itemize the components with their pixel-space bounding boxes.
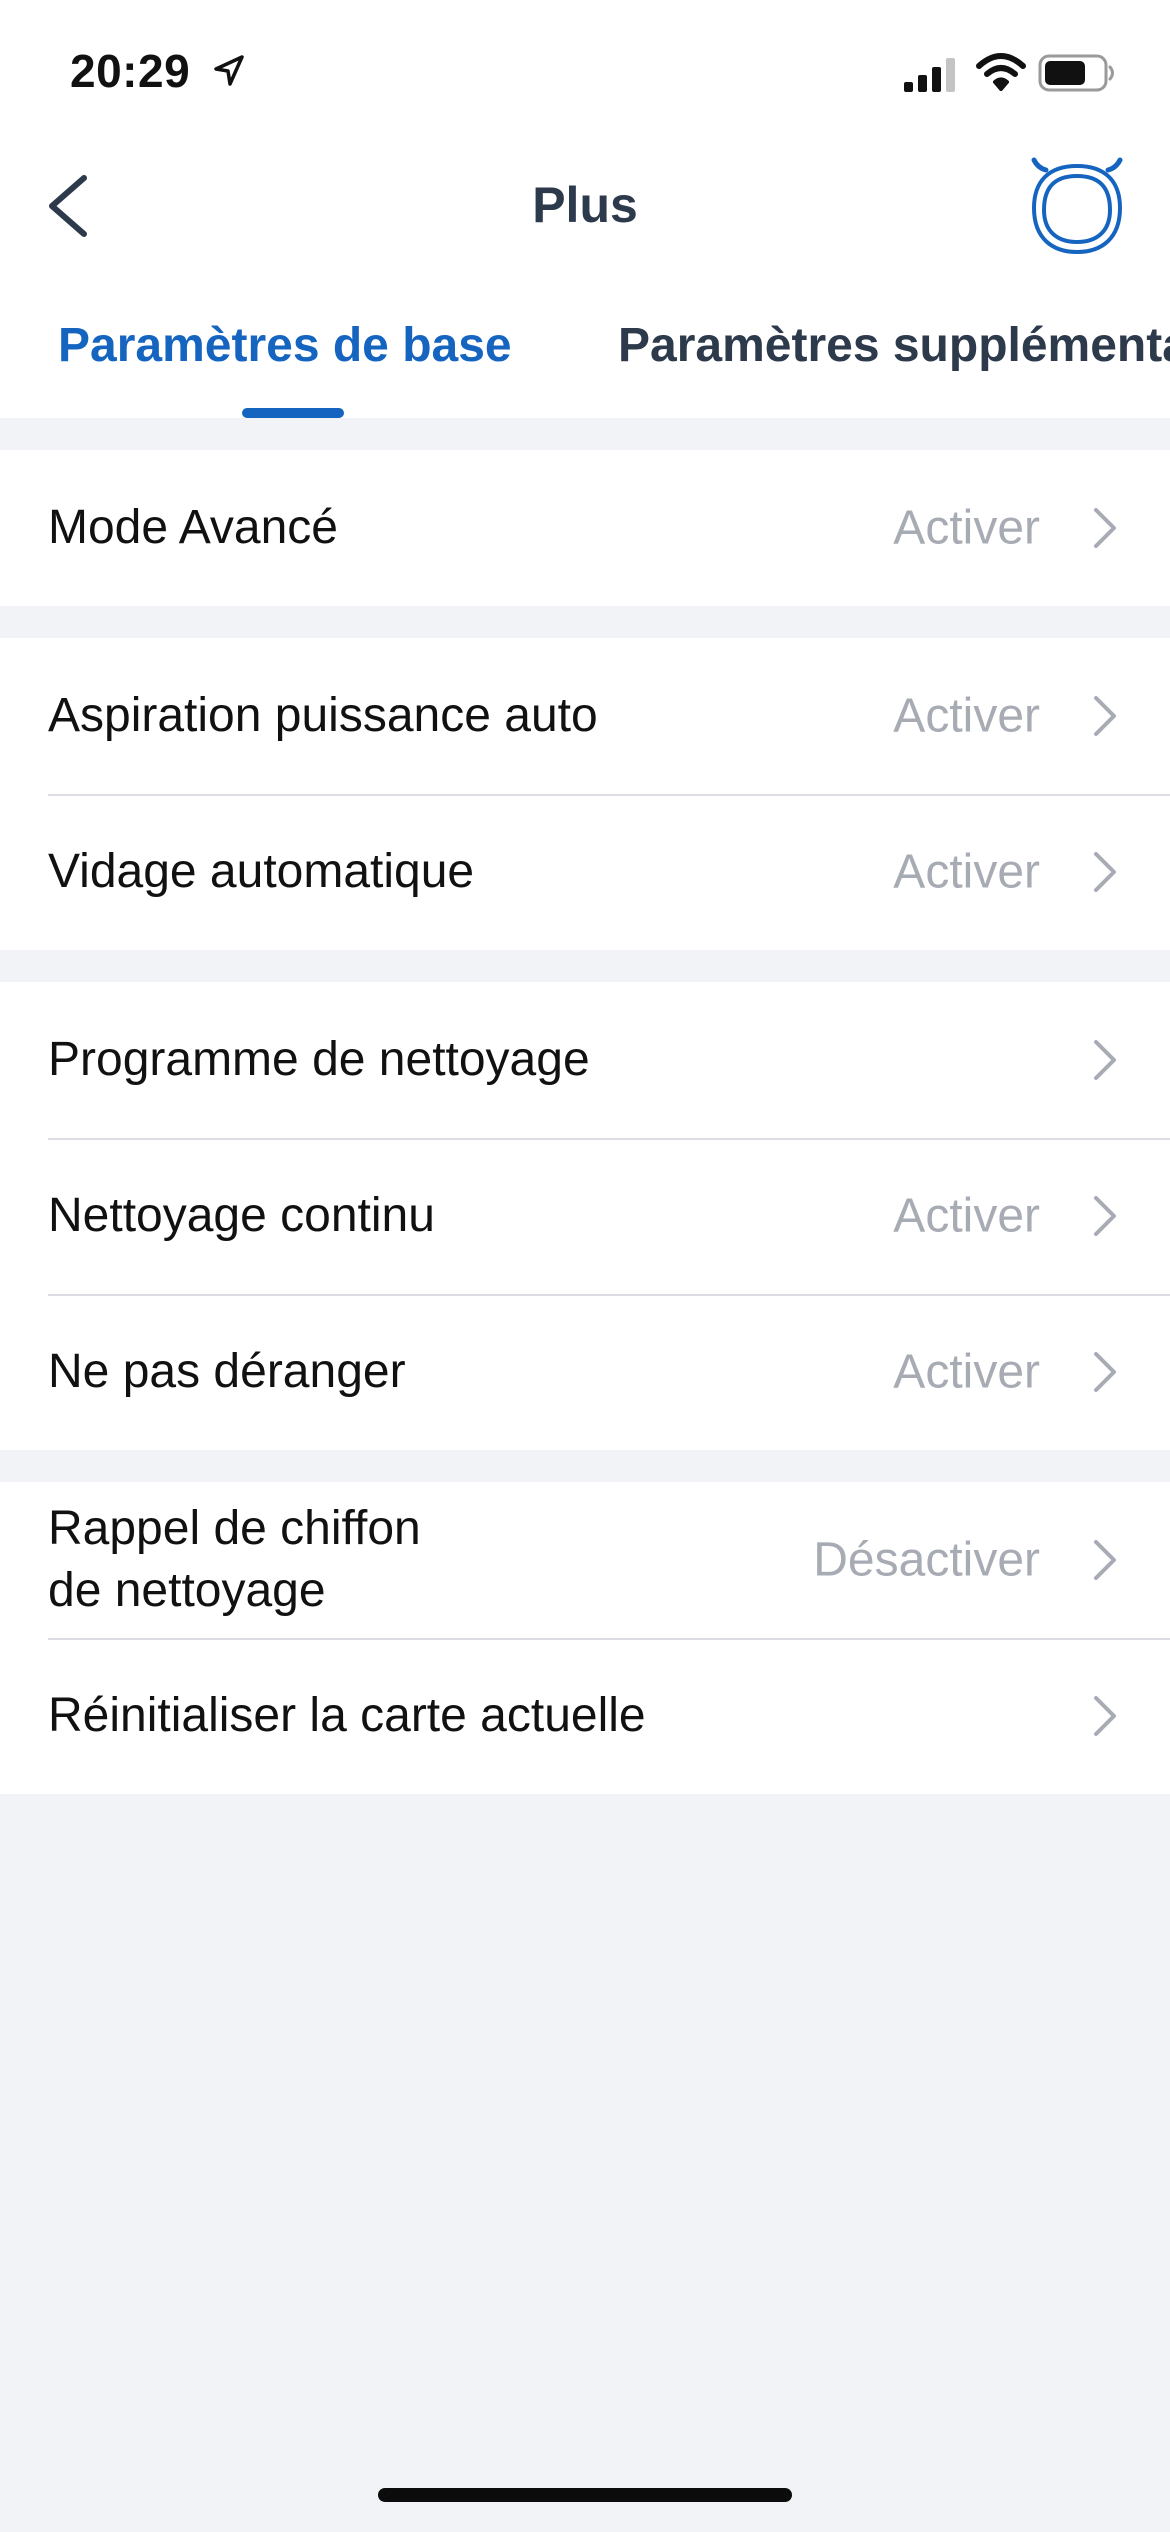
setting-label: Mode Avancé	[48, 501, 338, 554]
setting-row-do-not-disturb[interactable]: Ne pas déranger Activer	[0, 1294, 1170, 1450]
chevron-right-icon	[1094, 508, 1116, 548]
chevron-right-icon	[1094, 1352, 1116, 1392]
tab-additional-settings[interactable]: Paramètres supplémentaires	[618, 318, 1170, 373]
setting-value: Activer	[893, 689, 1040, 743]
setting-label: Rappel de chiffon de nettoyage	[48, 1498, 421, 1622]
setting-label: Aspiration puissance auto	[48, 689, 598, 742]
status-time: 20:29	[70, 45, 191, 97]
settings-list: Mode Avancé Activer Aspiration puissance…	[0, 418, 1170, 1794]
setting-row-advanced-mode[interactable]: Mode Avancé Activer	[0, 450, 1170, 606]
setting-row-reset-map[interactable]: Réinitialiser la carte actuelle	[0, 1638, 1170, 1794]
setting-label: Vidage automatique	[48, 845, 475, 898]
settings-group: Mode Avancé Activer	[0, 450, 1170, 606]
setting-value: Activer	[893, 1189, 1040, 1243]
status-bar: 20:29	[0, 0, 1170, 140]
chevron-right-icon	[1094, 696, 1116, 736]
chevron-right-icon	[1094, 852, 1116, 892]
setting-value: Désactiver	[813, 1533, 1040, 1587]
navigation-bar: Plus	[0, 140, 1170, 270]
setting-label-line-1: Rappel de chiffon	[48, 1502, 421, 1555]
location-arrow-icon	[214, 55, 244, 86]
tab-bar: Paramètres de base Paramètres supplément…	[0, 270, 1170, 418]
setting-label: Ne pas déranger	[48, 1345, 406, 1398]
setting-row-auto-empty[interactable]: Vidage automatique Activer	[0, 794, 1170, 950]
battery-icon	[1038, 54, 1114, 92]
page-title: Plus	[532, 177, 638, 233]
setting-label: Réinitialiser la carte actuelle	[48, 1689, 646, 1742]
setting-row-mop-reminder[interactable]: Rappel de chiffon de nettoyage Désactive…	[0, 1482, 1170, 1638]
setting-value: Activer	[893, 501, 1040, 555]
chevron-right-icon	[1094, 1196, 1116, 1236]
setting-row-auto-suction-power[interactable]: Aspiration puissance auto Activer	[0, 638, 1170, 794]
chevron-right-icon	[1094, 1540, 1116, 1580]
home-indicator[interactable]	[378, 2488, 792, 2502]
settings-group: Programme de nettoyage Nettoyage continu…	[0, 982, 1170, 1450]
tab-basic-settings[interactable]: Paramètres de base	[58, 318, 512, 373]
setting-row-cleaning-schedule[interactable]: Programme de nettoyage	[0, 982, 1170, 1138]
chevron-right-icon	[1094, 1040, 1116, 1080]
setting-label: Nettoyage continu	[48, 1189, 435, 1242]
setting-value: Activer	[893, 845, 1040, 899]
wifi-icon	[976, 53, 1026, 91]
setting-label: Programme de nettoyage	[48, 1033, 590, 1086]
device-button[interactable]	[1024, 154, 1130, 258]
settings-group: Rappel de chiffon de nettoyage Désactive…	[0, 1482, 1170, 1794]
cellular-signal-icon	[904, 58, 955, 92]
settings-group: Aspiration puissance auto Activer Vidage…	[0, 638, 1170, 950]
setting-label-line-2: de nettoyage	[48, 1564, 326, 1617]
setting-value: Activer	[893, 1345, 1040, 1399]
setting-row-continuous-cleaning[interactable]: Nettoyage continu Activer	[0, 1138, 1170, 1294]
active-tab-indicator	[242, 408, 344, 418]
robot-vacuum-icon	[1031, 157, 1123, 255]
chevron-right-icon	[1094, 1696, 1116, 1736]
